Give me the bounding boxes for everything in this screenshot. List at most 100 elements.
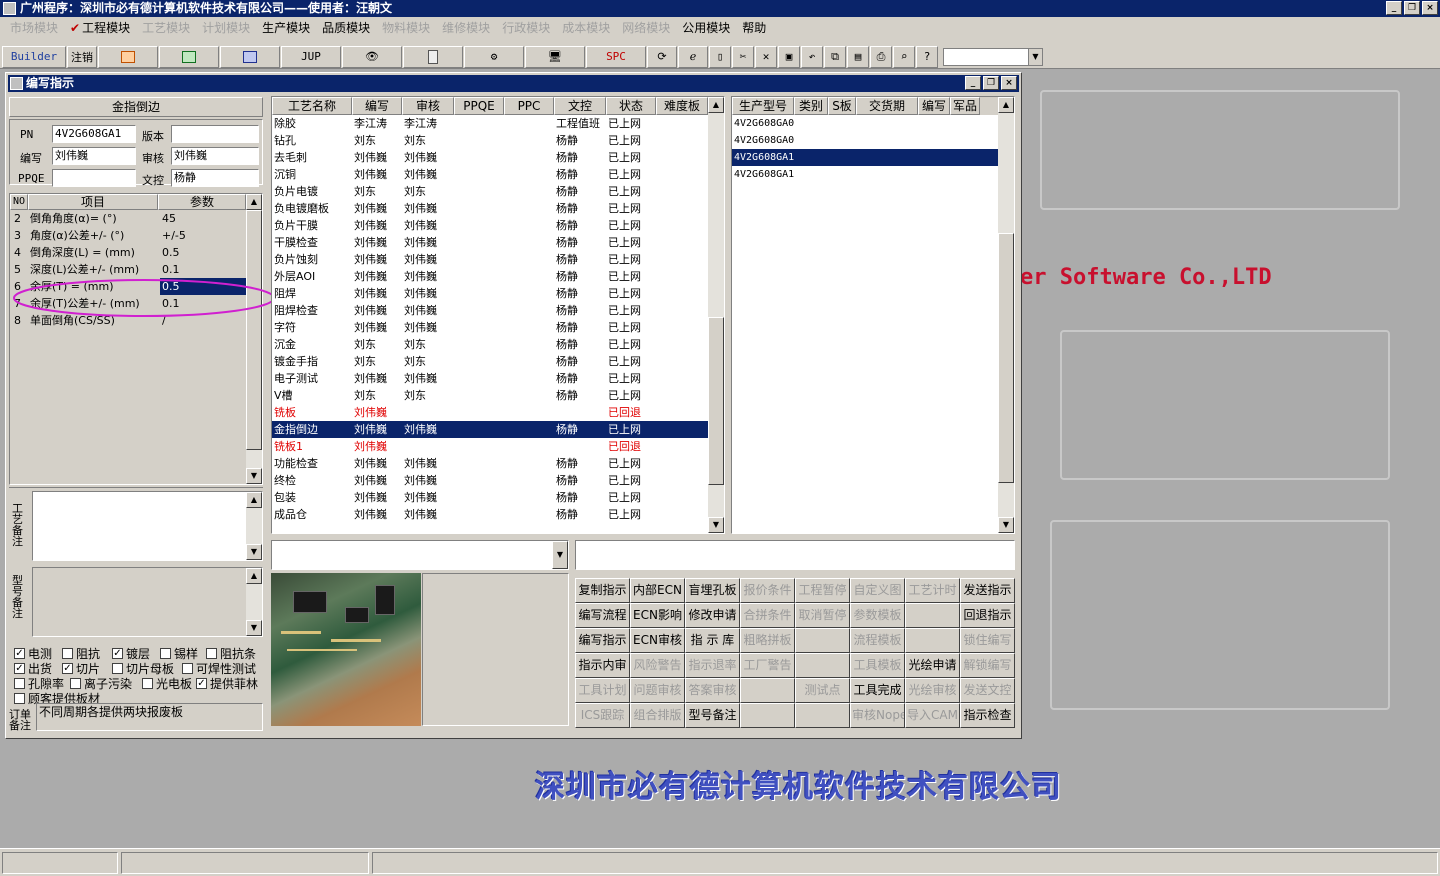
- action-button-6[interactable]: 工艺计时: [905, 578, 960, 603]
- action-button-9[interactable]: ECN影响: [630, 603, 685, 628]
- action-button-31[interactable]: 解锁编写: [960, 653, 1015, 678]
- param-value[interactable]: 45: [160, 210, 246, 227]
- action-button-33[interactable]: 问题审核: [630, 678, 685, 703]
- process-row[interactable]: 成品仓 刘伟巍 刘伟巍 杨静 已上网: [272, 506, 708, 523]
- process-row[interactable]: 电子测试 刘伟巍 刘伟巍 杨静 已上网: [272, 370, 708, 387]
- spc-button[interactable]: SPC: [586, 45, 646, 68]
- process-row[interactable]: 沉铜 刘伟巍 刘伟巍 杨静 已上网: [272, 166, 708, 183]
- process-row[interactable]: 终检 刘伟巍 刘伟巍 杨静 已上网: [272, 472, 708, 489]
- action-button-7[interactable]: 发送指示: [960, 578, 1015, 603]
- process-row[interactable]: 铣板1 刘伟巍 已回退: [272, 438, 708, 455]
- review-field[interactable]: 刘伟巍: [171, 147, 259, 165]
- process-scrollbar[interactable]: ▲ ▼: [708, 97, 724, 533]
- action-button-1[interactable]: 内部ECN: [630, 578, 685, 603]
- refresh-icon[interactable]: ⟳: [647, 45, 677, 68]
- unchecked-box-icon[interactable]: [14, 678, 25, 689]
- order-note-field[interactable]: 不同周期各提供两块报废板: [36, 703, 263, 731]
- process-row[interactable]: 字符 刘伟巍 刘伟巍 杨静 已上网: [272, 319, 708, 336]
- menu-item-10[interactable]: 网络模块: [616, 19, 676, 36]
- checked-box-icon[interactable]: ✓: [196, 678, 207, 689]
- action-button-47[interactable]: 指示检查: [960, 703, 1015, 728]
- action-button-43[interactable]: [740, 703, 795, 728]
- model-row[interactable]: 4V2G608GA1: [732, 149, 998, 166]
- menu-item-0[interactable]: 市场模块: [4, 19, 64, 36]
- menu-item-7[interactable]: 维修模块: [436, 19, 496, 36]
- process-col-header[interactable]: 审核: [402, 97, 454, 115]
- unchecked-box-icon[interactable]: [182, 663, 193, 674]
- unchecked-box-icon[interactable]: [70, 678, 81, 689]
- action-button-38[interactable]: 光绘审核: [905, 678, 960, 703]
- instruction-text-field[interactable]: [575, 540, 1015, 570]
- process-row[interactable]: 包装 刘伟巍 刘伟巍 杨静 已上网: [272, 489, 708, 506]
- menu-item-1[interactable]: ✔ 工程模块: [64, 19, 136, 36]
- model-scrollbar[interactable]: ▲ ▼: [998, 97, 1014, 533]
- action-button-40[interactable]: ICS跟踪: [575, 703, 630, 728]
- param-row[interactable]: 2 倒角角度(α)= (°) 45: [10, 210, 246, 227]
- action-button-27[interactable]: 工厂警告: [740, 653, 795, 678]
- process-note-field[interactable]: ▲ ▼: [32, 491, 263, 561]
- action-button-13[interactable]: 参数模板: [850, 603, 905, 628]
- process-col-header[interactable]: 文控: [554, 97, 606, 115]
- scroll-up-icon[interactable]: ▲: [246, 568, 262, 584]
- menu-item-11[interactable]: 公用模块: [676, 19, 736, 36]
- model-col-header[interactable]: 编写: [918, 97, 950, 115]
- action-button-19[interactable]: 粗略拼板: [740, 628, 795, 653]
- action-button-36[interactable]: 测试点: [795, 678, 850, 703]
- help-icon[interactable]: ?: [916, 45, 938, 68]
- model-col-header[interactable]: S板: [828, 97, 856, 115]
- process-col-header[interactable]: 难度板: [656, 97, 708, 115]
- action-button-35[interactable]: [740, 678, 795, 703]
- action-button-5[interactable]: 自定义图: [850, 578, 905, 603]
- process-row[interactable]: 沉金 刘东 刘东 杨静 已上网: [272, 336, 708, 353]
- menu-item-4[interactable]: 生产模块: [256, 19, 316, 36]
- window-restore-button[interactable]: ❐: [983, 76, 999, 90]
- process-row[interactable]: 负片干膜 刘伟巍 刘伟巍 杨静 已上网: [272, 217, 708, 234]
- action-button-42[interactable]: 型号备注: [685, 703, 740, 728]
- action-button-8[interactable]: 编写流程: [575, 603, 630, 628]
- param-row[interactable]: 4 倒角深度(L) = (mm) 0.5: [10, 244, 246, 261]
- action-button-22[interactable]: [905, 628, 960, 653]
- checked-box-icon[interactable]: ✓: [62, 663, 73, 674]
- network-icon[interactable]: ⚙: [464, 45, 524, 68]
- eye-icon[interactable]: 👁: [342, 45, 402, 68]
- powerpoint-icon[interactable]: [98, 45, 158, 68]
- process-row[interactable]: 铣板 刘伟巍 已回退: [272, 404, 708, 421]
- process-row[interactable]: 负片蚀刻 刘伟巍 刘伟巍 杨静 已上网: [272, 251, 708, 268]
- chevron-down-icon[interactable]: ▼: [552, 541, 568, 569]
- action-button-45[interactable]: 审核Nope: [850, 703, 905, 728]
- action-button-12[interactable]: 取消暂停: [795, 603, 850, 628]
- find-icon[interactable]: ⌕: [893, 45, 915, 68]
- save-icon[interactable]: ▣: [778, 45, 800, 68]
- action-button-18[interactable]: 指 示 库: [685, 628, 740, 653]
- process-row[interactable]: 负电镀磨板 刘伟巍 刘伟巍 杨静 已上网: [272, 200, 708, 217]
- process-col-header[interactable]: PPC: [504, 97, 554, 115]
- chevron-down-icon[interactable]: ▼: [1028, 48, 1042, 65]
- action-button-14[interactable]: [905, 603, 960, 628]
- ppqe-field[interactable]: [52, 169, 136, 187]
- params-scrollbar[interactable]: ▲ ▼: [246, 194, 262, 484]
- model-col-header[interactable]: 生产型号: [732, 97, 794, 115]
- scroll-down-icon[interactable]: ▼: [246, 468, 262, 484]
- unchecked-box-icon[interactable]: [160, 648, 171, 659]
- action-button-20[interactable]: [795, 628, 850, 653]
- action-button-25[interactable]: 风险警告: [630, 653, 685, 678]
- action-button-39[interactable]: 发送文控: [960, 678, 1015, 703]
- action-button-34[interactable]: 答案审核: [685, 678, 740, 703]
- jup-button[interactable]: JUP: [281, 45, 341, 68]
- checked-box-icon[interactable]: ✓: [14, 648, 25, 659]
- action-button-0[interactable]: 复制指示: [575, 578, 630, 603]
- action-button-32[interactable]: 工具计划: [575, 678, 630, 703]
- process-row[interactable]: 干膜检查 刘伟巍 刘伟巍 杨静 已上网: [272, 234, 708, 251]
- unchecked-box-icon[interactable]: [142, 678, 153, 689]
- author-field[interactable]: 刘伟巍: [52, 147, 136, 165]
- menu-item-9[interactable]: 成本模块: [556, 19, 616, 36]
- action-button-29[interactable]: 工具模板: [850, 653, 905, 678]
- scroll-down-icon[interactable]: ▼: [246, 544, 262, 560]
- doc-control-field[interactable]: 杨静: [171, 169, 259, 187]
- unchecked-box-icon[interactable]: [14, 693, 25, 704]
- instruction-combo[interactable]: ▼: [271, 540, 569, 570]
- undo-icon[interactable]: ↶: [801, 45, 823, 68]
- checkbox-11[interactable]: 光电板: [142, 675, 192, 692]
- model-note-field[interactable]: ▲ ▼: [32, 567, 263, 637]
- window-close-button[interactable]: ×: [1001, 76, 1017, 90]
